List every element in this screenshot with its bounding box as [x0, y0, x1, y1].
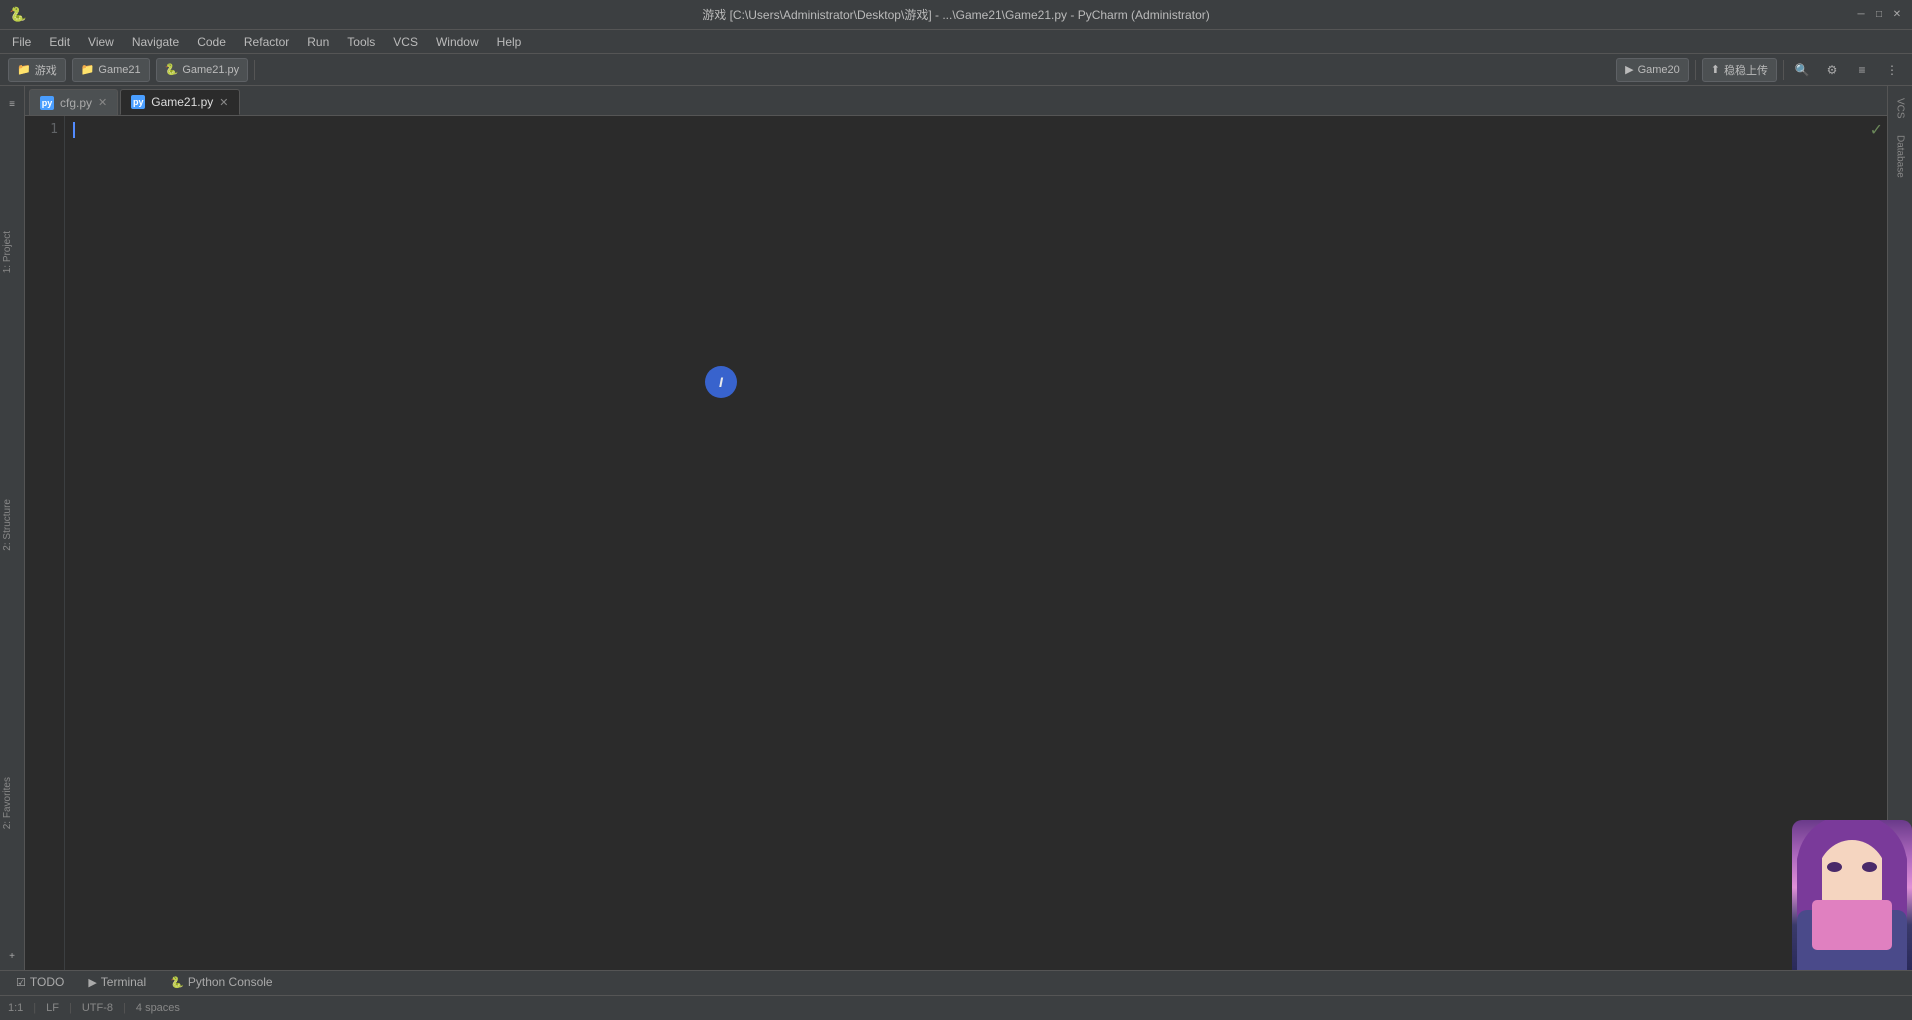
status-bar: 1:1 | LF | UTF-8 | 4 spaces — [0, 995, 1912, 1020]
encoding-label: UTF-8 — [82, 1002, 113, 1014]
lf-label: LF — [46, 1002, 59, 1014]
menu-navigate[interactable]: Navigate — [124, 33, 187, 51]
file-btn[interactable]: 🐍 Game21.py — [156, 58, 249, 82]
left-sidebar: ≡ 1: Project 2: Structure 2: Favorites + — [0, 86, 25, 970]
terminal-label: Terminal — [101, 975, 146, 989]
window-controls: ─ □ ✕ — [1854, 8, 1904, 22]
menu-tools[interactable]: Tools — [339, 33, 383, 51]
python-console-icon: 🐍 — [170, 976, 184, 989]
menu-help[interactable]: Help — [489, 33, 530, 51]
cursor-symbol: I — [719, 374, 723, 390]
game21-tab-icon: py — [131, 95, 145, 109]
status-encoding[interactable]: UTF-8 — [82, 1002, 113, 1014]
maximize-button[interactable]: □ — [1872, 8, 1886, 22]
folder-icon: 📁 — [81, 63, 95, 76]
app-icon: 🐍 — [8, 5, 28, 25]
run-icon: ▶ — [1625, 63, 1633, 76]
sidebar-top-icon[interactable]: ≡ — [2, 94, 22, 114]
main-layout: ≡ 1: Project 2: Structure 2: Favorites +… — [0, 86, 1912, 970]
editor-container: py cfg.py ✕ py Game21.py ✕ 1 I ✓ — [25, 86, 1887, 970]
line-col-label: 1:1 — [8, 1002, 23, 1014]
menu-bar: File Edit View Navigate Code Refactor Ru… — [0, 30, 1912, 54]
status-line-col[interactable]: 1:1 — [8, 1002, 23, 1014]
menu-refactor[interactable]: Refactor — [236, 33, 297, 51]
python-console-label: Python Console — [188, 975, 273, 989]
menu-file[interactable]: File — [4, 33, 39, 51]
toolbar-separator3 — [1783, 60, 1784, 80]
status-indent[interactable]: 4 spaces — [136, 1002, 180, 1014]
tab-python-console[interactable]: 🐍 Python Console — [162, 971, 280, 995]
terminal-icon: ▶ — [88, 976, 96, 989]
cfg-tab-icon: py — [40, 96, 54, 110]
game20-label: Game20 — [1638, 64, 1680, 76]
upload-btn[interactable]: ⬆ 稳稳上传 — [1702, 58, 1777, 82]
sidebar-bottom-icon[interactable]: + — [2, 946, 22, 966]
upload-icon: ⬆ — [1711, 63, 1720, 76]
tabs-bar: py cfg.py ✕ py Game21.py ✕ — [25, 86, 1887, 116]
menu-code[interactable]: Code — [189, 33, 234, 51]
line-numbers: 1 — [25, 116, 65, 970]
game21-label: Game21 — [98, 64, 140, 76]
bottom-tabs: ☑ TODO ▶ Terminal 🐍 Python Console — [0, 970, 1912, 995]
sidebar-item-favorites[interactable]: 2: Favorites — [0, 773, 24, 833]
tab-cfg[interactable]: py cfg.py ✕ — [29, 89, 118, 115]
title-bar: 🐍 游戏 [C:\Users\Administrator\Desktop\游戏]… — [0, 0, 1912, 30]
anime-character — [1792, 820, 1912, 970]
editor[interactable]: 1 I ✓ — [25, 116, 1887, 970]
tab-todo[interactable]: ☑ TODO — [8, 971, 72, 995]
status-lf[interactable]: LF — [46, 1002, 59, 1014]
todo-icon: ☑ — [16, 976, 26, 989]
status-sep3: | — [123, 1002, 126, 1014]
mouse-cursor-indicator: I — [705, 366, 737, 398]
menu-vcs[interactable]: VCS — [385, 33, 426, 51]
close-button[interactable]: ✕ — [1890, 8, 1904, 22]
tab-terminal[interactable]: ▶ Terminal — [80, 971, 154, 995]
sidebar-right-vcs[interactable]: VCS — [1893, 90, 1908, 127]
file-label: Game21.py — [182, 64, 239, 76]
toolbar: 📁 游戏 📁 Game21 🐍 Game21.py ▶ Game20 ⬆ 稳稳上… — [0, 54, 1912, 86]
game21-tab-label: Game21.py — [151, 95, 213, 109]
project-label: 游戏 — [35, 62, 57, 78]
tab-game21[interactable]: py Game21.py ✕ — [120, 89, 239, 115]
status-sep2: | — [69, 1002, 72, 1014]
sidebar-right-database[interactable]: Database — [1893, 127, 1908, 186]
game21-tab-close[interactable]: ✕ — [219, 96, 228, 109]
line-number-1: 1 — [25, 120, 58, 140]
indent-label: 4 spaces — [136, 1002, 180, 1014]
minimize-button[interactable]: ─ — [1854, 8, 1868, 22]
cfg-tab-close[interactable]: ✕ — [98, 96, 107, 109]
sidebar-item-project[interactable]: 1: Project — [0, 227, 24, 277]
upload-label: 稳稳上传 — [1724, 62, 1768, 78]
cfg-tab-label: cfg.py — [60, 96, 92, 110]
todo-label: TODO — [30, 975, 64, 989]
status-sep1: | — [33, 1002, 36, 1014]
toolbar-separator2 — [1695, 60, 1696, 80]
sidebar-item-structure[interactable]: 2: Structure — [0, 495, 24, 555]
menu-view[interactable]: View — [80, 33, 122, 51]
window-title: 游戏 [C:\Users\Administrator\Desktop\游戏] -… — [702, 6, 1209, 23]
menu-run[interactable]: Run — [299, 33, 337, 51]
check-mark: ✓ — [1870, 120, 1883, 140]
py-icon: 🐍 — [165, 63, 179, 76]
game20-btn[interactable]: ▶ Game20 — [1616, 58, 1689, 82]
text-cursor — [73, 122, 75, 138]
menu-edit[interactable]: Edit — [41, 33, 78, 51]
project-selector[interactable]: 📁 游戏 — [8, 58, 66, 82]
search-btn[interactable]: 🔍 — [1790, 58, 1814, 82]
menu-window[interactable]: Window — [428, 33, 487, 51]
project-folder-icon: 📁 — [17, 63, 31, 76]
game21-folder-btn[interactable]: 📁 Game21 — [72, 58, 150, 82]
code-area[interactable] — [65, 116, 1887, 970]
toolbar-separator — [254, 60, 255, 80]
more-btn[interactable]: ⋮ — [1880, 58, 1904, 82]
gear-btn[interactable]: ≡ — [1850, 58, 1874, 82]
settings-btn[interactable]: ⚙ — [1820, 58, 1844, 82]
